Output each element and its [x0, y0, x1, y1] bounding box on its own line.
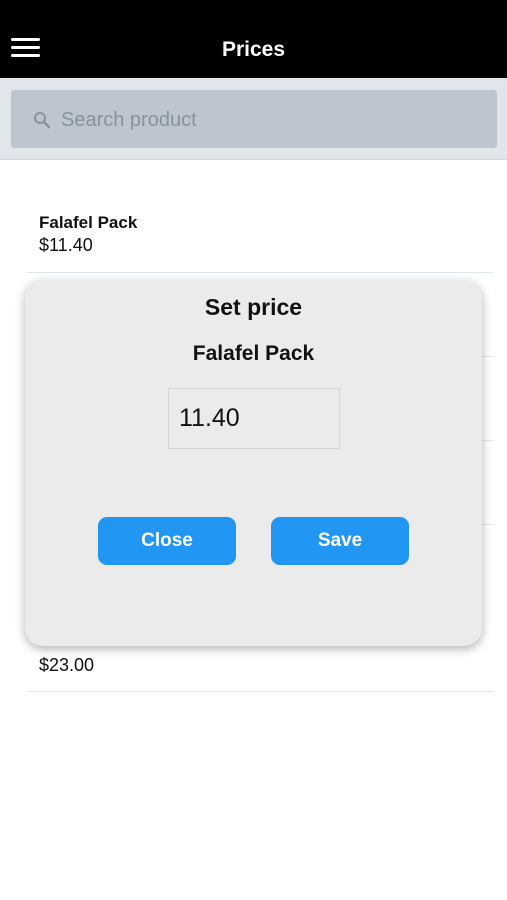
search-input[interactable]: [59, 100, 483, 140]
search-icon: [34, 112, 51, 129]
page-title: Prices: [221, 38, 286, 61]
save-button[interactable]: Save: [271, 517, 409, 565]
product-price: $11.40: [39, 235, 93, 255]
product-row[interactable]: Falafel Pack $11.40: [27, 189, 494, 273]
close-button[interactable]: Close: [98, 517, 236, 565]
price-input[interactable]: [168, 388, 340, 449]
product-price: $23.00: [39, 655, 95, 675]
search-bar: [0, 78, 507, 160]
dialog-product-name: Falafel Pack: [192, 342, 315, 365]
search-box[interactable]: [11, 90, 497, 148]
app-header: Prices: [0, 0, 507, 78]
set-price-dialog: Set price Falafel Pack Close Save: [25, 280, 482, 646]
product-name: Falafel Pack: [39, 213, 138, 232]
dialog-title: Set price: [204, 294, 303, 320]
